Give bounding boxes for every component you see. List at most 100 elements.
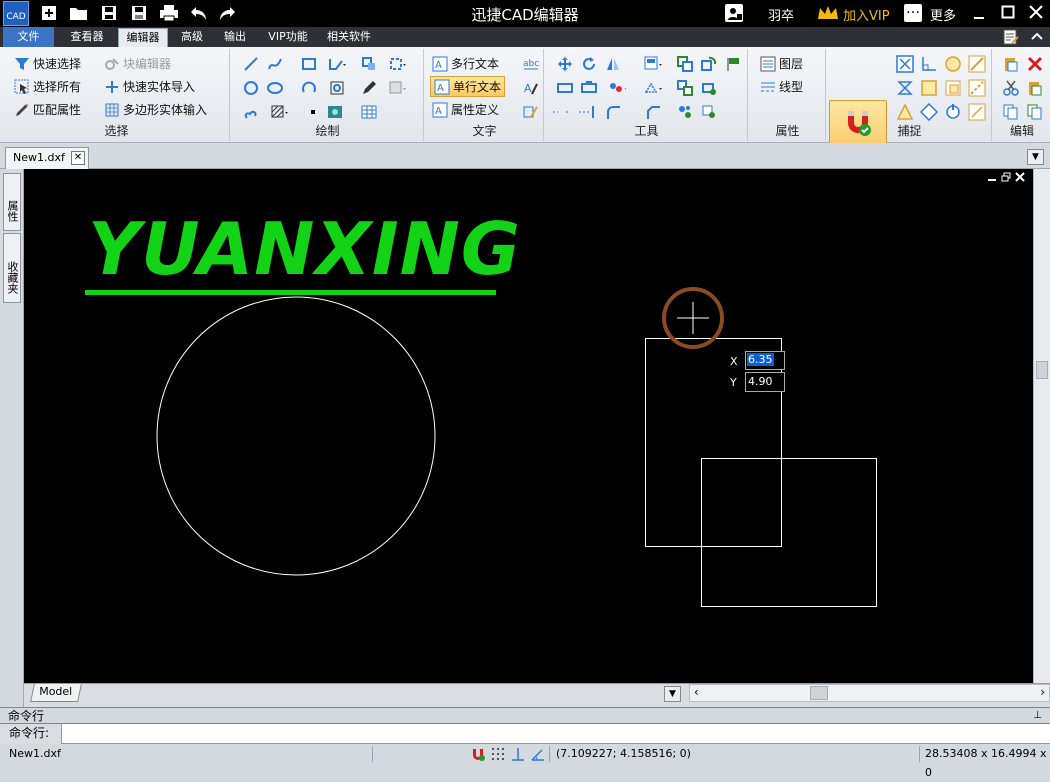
- snap-extension-icon[interactable]: [968, 79, 986, 97]
- rotate-icon[interactable]: [580, 55, 598, 73]
- document-tab[interactable]: New1.dxf ✕: [5, 147, 89, 169]
- attdef-button[interactable]: A 属性定义: [432, 99, 499, 120]
- snap-nearest-icon[interactable]: [896, 79, 914, 97]
- vertical-scrollbar-thumb[interactable]: [1036, 361, 1048, 379]
- group-entity-icon[interactable]: [676, 103, 694, 121]
- quick-select-button[interactable]: 快速选择: [14, 53, 81, 74]
- side-tab-properties[interactable]: 属性: [3, 173, 21, 231]
- polyline-icon[interactable]: [328, 55, 346, 73]
- mirror-icon[interactable]: [604, 55, 622, 73]
- copy-icon[interactable]: [1002, 103, 1020, 121]
- scroll-left-icon[interactable]: ‹: [694, 685, 699, 699]
- flag-icon[interactable]: [724, 55, 742, 73]
- tab-file[interactable]: 文件: [3, 27, 54, 47]
- donut-icon[interactable]: [328, 79, 346, 97]
- tab-viewer[interactable]: 查看器: [62, 27, 112, 47]
- drawing-canvas[interactable]: YUANXING X 6.35 Y 4.90: [24, 169, 1033, 683]
- snap-intersection-icon[interactable]: [896, 55, 914, 73]
- delete-icon[interactable]: [1026, 55, 1044, 73]
- dynamic-input-x-field[interactable]: 6.35: [745, 351, 785, 370]
- vertical-scrollbar[interactable]: [1033, 169, 1050, 683]
- pin-icon[interactable]: ⊥: [1033, 708, 1042, 724]
- stretch-icon[interactable]: [556, 79, 574, 97]
- linetype-button[interactable]: 线型: [760, 76, 803, 97]
- snap-quadrant-icon[interactable]: [944, 79, 962, 97]
- quick-entity-import-button[interactable]: 快速实体导入: [104, 76, 195, 97]
- revcloud-icon[interactable]: [242, 103, 260, 121]
- text-edit-icon[interactable]: A: [522, 79, 540, 97]
- text-pencil-icon[interactable]: [522, 103, 540, 121]
- options-icon[interactable]: [1003, 29, 1019, 45]
- rectangle-icon[interactable]: [300, 55, 318, 73]
- match-props-button[interactable]: 匹配属性: [14, 99, 81, 120]
- more-icon[interactable]: …: [904, 2, 922, 22]
- explode-icon[interactable]: [644, 79, 662, 97]
- spline-icon[interactable]: [266, 55, 284, 73]
- layout-dropdown-button[interactable]: ▼: [664, 686, 681, 702]
- dimension-icon[interactable]: [552, 103, 570, 121]
- stext-button[interactable]: A 单行文本: [430, 76, 506, 97]
- tab-related-software[interactable]: 相关软件: [320, 27, 378, 47]
- trim-icon[interactable]: [578, 103, 596, 121]
- layer-button[interactable]: 图层: [760, 53, 803, 74]
- offset-icon[interactable]: [700, 55, 718, 73]
- break-icon[interactable]: [700, 79, 718, 97]
- snap-insertion-icon[interactable]: [944, 103, 962, 121]
- model-tab[interactable]: Model: [30, 684, 82, 702]
- snap-perpendicular-icon[interactable]: [920, 55, 938, 73]
- table-icon[interactable]: [360, 103, 378, 121]
- array-icon[interactable]: [644, 55, 662, 73]
- tab-vip[interactable]: VIP功能: [260, 27, 316, 47]
- side-tab-favorites[interactable]: 收藏夹: [3, 233, 21, 303]
- block-editor-button[interactable]: 块编辑器: [104, 53, 171, 74]
- close-tab-icon[interactable]: ✕: [71, 151, 85, 165]
- vip-button[interactable]: 加入VIP: [843, 5, 890, 24]
- ortho-toggle-icon[interactable]: [510, 746, 526, 762]
- arc-icon[interactable]: [300, 79, 318, 97]
- join-icon[interactable]: [676, 79, 694, 97]
- move-icon[interactable]: [556, 55, 574, 73]
- command-input[interactable]: [64, 724, 1050, 744]
- snap-center-icon[interactable]: [944, 55, 962, 73]
- image-icon[interactable]: [326, 103, 344, 121]
- copy-base-icon[interactable]: [1026, 103, 1044, 121]
- paste-icon[interactable]: [1002, 55, 1020, 73]
- cut-icon[interactable]: [1002, 79, 1020, 97]
- select-all-button[interactable]: 选择所有: [14, 76, 81, 97]
- copy-entity-icon[interactable]: [676, 55, 694, 73]
- tab-editor[interactable]: 编辑器: [118, 28, 168, 47]
- grid-toggle-icon[interactable]: [490, 746, 506, 762]
- pencil-icon[interactable]: [360, 79, 378, 97]
- user-avatar-icon[interactable]: [725, 4, 743, 22]
- line-icon[interactable]: [242, 55, 260, 73]
- text-style-icon[interactable]: abc: [522, 55, 540, 73]
- circle-icon[interactable]: [242, 79, 260, 97]
- polygon-entity-input-button[interactable]: 多边形实体输入: [104, 99, 207, 120]
- dynamic-input-y-field[interactable]: 4.90: [745, 372, 785, 392]
- region-icon[interactable]: [388, 55, 406, 73]
- more-button[interactable]: 更多: [930, 5, 956, 24]
- scroll-right-icon[interactable]: ›: [1040, 685, 1045, 699]
- close-button[interactable]: [1029, 5, 1043, 19]
- point-icon[interactable]: [304, 103, 322, 121]
- snap-toggle-icon[interactable]: [470, 746, 486, 762]
- user-name[interactable]: 羽卒: [768, 5, 794, 24]
- minimize-button[interactable]: [972, 6, 986, 20]
- snap-midpoint-icon[interactable]: [896, 103, 914, 121]
- drawing-circle[interactable]: [156, 296, 436, 576]
- crown-icon[interactable]: [817, 5, 839, 24]
- horizontal-scrollbar-thumb[interactable]: [810, 686, 828, 700]
- point-style-icon[interactable]: [388, 79, 406, 97]
- horizontal-scrollbar[interactable]: ‹ ›: [689, 684, 1050, 702]
- color-picker-icon[interactable]: [608, 79, 626, 97]
- tab-output[interactable]: 输出: [216, 27, 254, 47]
- tab-list-dropdown[interactable]: ▼: [1027, 149, 1044, 165]
- polar-toggle-icon[interactable]: [530, 746, 546, 762]
- hatch-icon[interactable]: [270, 103, 288, 121]
- mtext-button[interactable]: A 多行文本: [432, 53, 499, 74]
- maximize-button[interactable]: [1001, 5, 1015, 19]
- drawing-rectangle-2[interactable]: [701, 458, 877, 607]
- fillet-icon[interactable]: [604, 103, 622, 121]
- snap-node-icon[interactable]: [920, 103, 938, 121]
- paste-special-icon[interactable]: [1026, 79, 1044, 97]
